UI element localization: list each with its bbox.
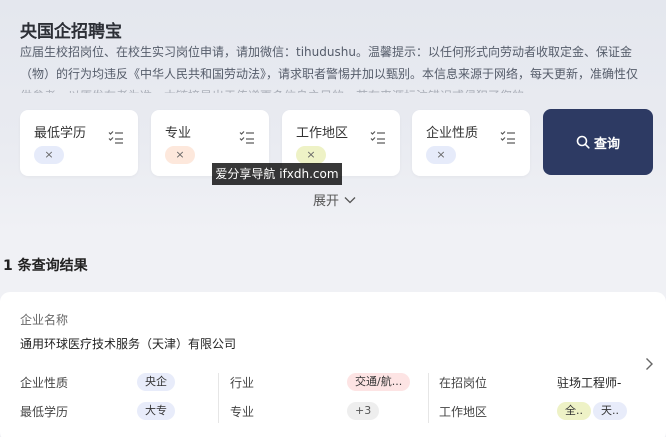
column-divider	[218, 373, 219, 423]
chip-clear-button[interactable]: ×	[296, 146, 326, 164]
major-label: 专业	[230, 405, 255, 419]
major-more-tag: +3	[347, 402, 380, 420]
open-position-label: 在招岗位	[439, 376, 488, 390]
column-divider	[428, 373, 429, 423]
search-icon	[576, 135, 590, 149]
filter-label: 工作地区	[296, 126, 349, 141]
company-name-label: 企业名称	[20, 313, 69, 327]
work-region-tag: 天..	[593, 402, 627, 420]
list-check-icon	[500, 131, 515, 144]
company-name: 通用环球医疗技术服务（天津）有限公司	[20, 337, 237, 351]
work-region-label: 工作地区	[439, 405, 488, 419]
list-check-icon	[108, 131, 123, 144]
industry-label: 行业	[230, 376, 255, 390]
watermark: 爱分享导航 ifxdh.com	[212, 163, 342, 185]
industry-tag: 交通/航...	[347, 373, 411, 391]
filter-label: 专业	[165, 126, 192, 141]
search-button[interactable]: 查询	[543, 109, 653, 175]
result-count: 1 条查询结果	[3, 258, 88, 274]
page-title: 央国企招聘宝	[20, 22, 122, 42]
filter-label: 最低学历	[34, 126, 87, 141]
chip-clear-button[interactable]: ×	[34, 146, 64, 164]
notice-fade-overlay	[0, 80, 666, 98]
result-card[interactable]: 企业名称 通用环球医疗技术服务（天津）有限公司 企业性质 央企 行业 交通/航.…	[0, 292, 666, 437]
expand-label: 展开	[313, 194, 340, 209]
list-check-icon	[239, 131, 254, 144]
search-button-label: 查询	[593, 136, 620, 152]
work-region-tag: 全..	[557, 402, 591, 420]
chevron-right-icon	[646, 358, 653, 370]
list-check-icon	[370, 131, 385, 144]
chip-clear-button[interactable]: ×	[165, 146, 195, 164]
expand-toggle[interactable]: 展开	[313, 190, 356, 209]
company-nature-tag: 央企	[137, 373, 175, 391]
filter-label: 企业性质	[426, 126, 479, 141]
min-education-label: 最低学历	[20, 405, 69, 419]
filter-company-nature[interactable]: 企业性质 ×	[412, 110, 530, 176]
company-nature-label: 企业性质	[20, 376, 69, 390]
open-position-value: 驻场工程师-	[557, 376, 622, 390]
chevron-down-icon	[344, 196, 356, 203]
min-education-tag: 大专	[137, 402, 175, 420]
filter-min-education[interactable]: 最低学历 ×	[20, 110, 138, 176]
chip-clear-button[interactable]: ×	[426, 146, 456, 164]
